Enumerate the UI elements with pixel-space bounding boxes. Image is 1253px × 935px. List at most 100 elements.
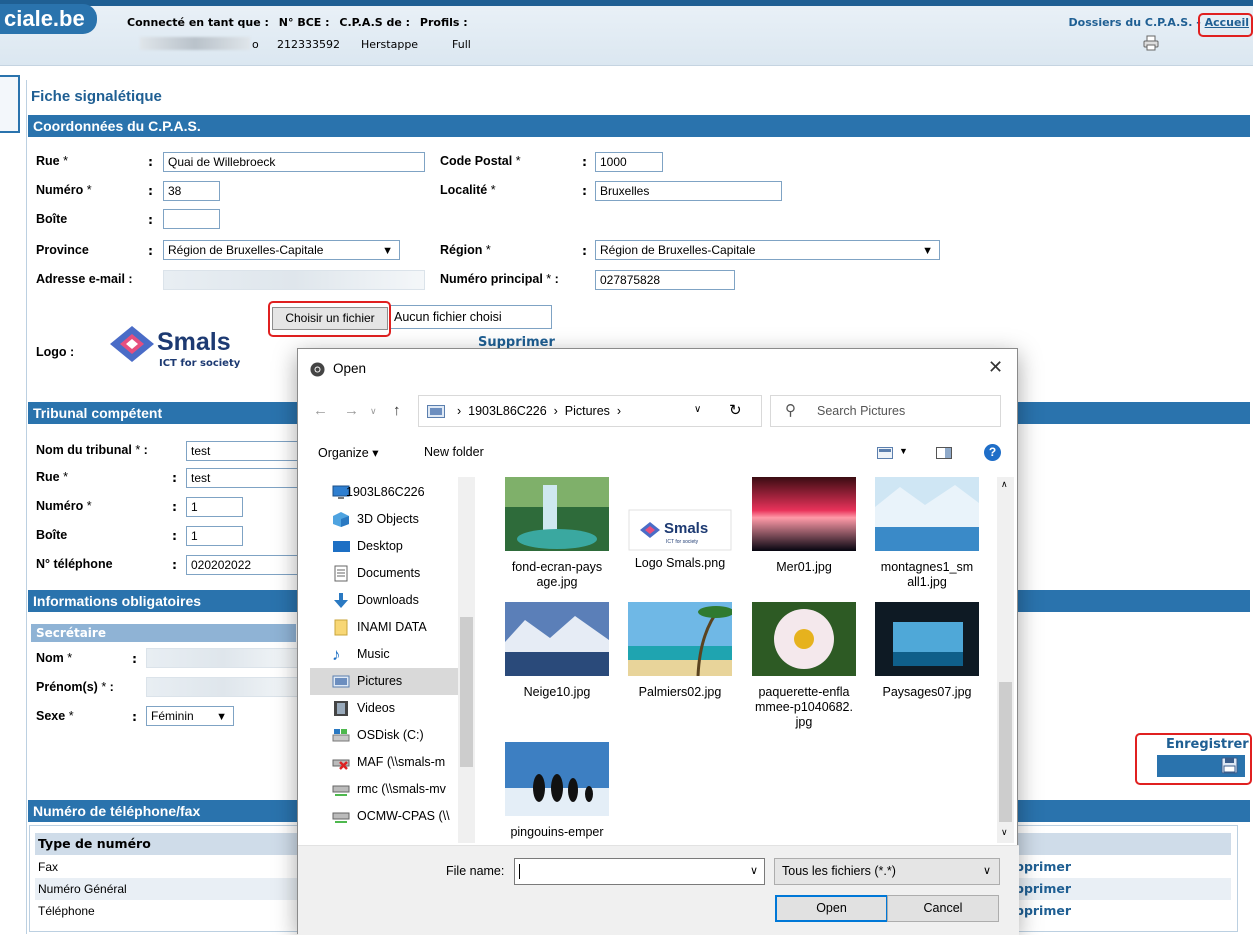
nav-pane-scrollbar[interactable]	[458, 477, 475, 843]
file-name-label: File name:	[446, 864, 505, 878]
scroll-thumb[interactable]	[999, 682, 1012, 822]
tribunal-rue-label: Rue *	[36, 470, 68, 484]
tribunal-telephone-input[interactable]: 020202022	[186, 555, 306, 575]
nav-item-inami-data[interactable]: INAMI DATA	[310, 614, 470, 641]
file-item[interactable]: Palmiers02.jpg	[621, 602, 739, 700]
province-select[interactable]: Région de Bruxelles-Capitale ▼	[163, 240, 400, 260]
file-item[interactable]: montagnes1_sm all1.jpg	[868, 477, 986, 590]
file-type-filter[interactable]: Tous les fichiers (*.*) ∨	[774, 858, 1000, 885]
nav-item-ocmw[interactable]: OCMW-CPAS (\\	[310, 803, 470, 830]
file-name-input[interactable]: ∨	[514, 858, 765, 885]
colon: :	[582, 183, 587, 198]
secretaire-prenom-input[interactable]	[146, 677, 301, 697]
breadcrumb-sep: ›	[457, 404, 462, 418]
brand-logo[interactable]: ciale.be	[0, 4, 97, 34]
numero-input[interactable]: 38	[163, 181, 220, 201]
province-label: Province	[36, 243, 89, 257]
cpas-label: C.P.A.S de :	[339, 16, 411, 29]
text-caret	[519, 864, 520, 879]
image-thumbnail	[505, 602, 609, 676]
file-item[interactable]: pingouins-emper	[498, 742, 616, 840]
nav-item-videos[interactable]: Videos	[310, 695, 470, 722]
address-dropdown-icon[interactable]: ∨	[694, 404, 701, 415]
file-item[interactable]: Mer01.jpg	[745, 477, 863, 575]
scroll-down-icon[interactable]: ∨	[1001, 827, 1008, 838]
image-thumbnail	[875, 477, 979, 551]
sexe-select[interactable]: Féminin ▼	[146, 706, 234, 726]
file-item[interactable]: Neige10.jpg	[498, 602, 616, 700]
help-icon[interactable]: ?	[984, 444, 1001, 461]
secretaire-nom-input[interactable]	[146, 648, 301, 668]
secretaire-prenom-label: Prénom(s) * :	[36, 680, 114, 694]
section-coordonnees: Coordonnées du C.P.A.S.	[28, 115, 1250, 137]
forward-arrow-icon[interactable]: →	[344, 402, 359, 419]
sexe-selected: Féminin	[151, 709, 194, 723]
file-item[interactable]: Smals ICT for society Logo Smals.png	[621, 477, 739, 571]
nav-item-computer[interactable]: 1903L86C226	[310, 479, 470, 506]
nav-item-desktop[interactable]: Desktop	[310, 533, 470, 560]
nav-item-3d-objects[interactable]: 3D Objects	[310, 506, 470, 533]
nav-item-osdisk[interactable]: OSDisk (C:)	[310, 722, 470, 749]
chevron-down-icon: ∨	[982, 865, 991, 877]
nav-item-documents[interactable]: Documents	[310, 560, 470, 587]
rue-input[interactable]: Quai de Willebroeck	[163, 152, 425, 172]
view-dropdown-icon[interactable]: ▼	[899, 446, 908, 456]
scroll-up-icon[interactable]: ∧	[1001, 479, 1008, 490]
email-label: Adresse e-mail :	[36, 272, 133, 286]
tribunal-numero-input[interactable]: 1	[186, 497, 243, 517]
breadcrumb-computer[interactable]: 1903L86C226	[468, 404, 547, 418]
nav-item-rmc[interactable]: rmc (\\smals-mv	[310, 776, 470, 803]
print-icon[interactable]	[1143, 35, 1159, 51]
open-button[interactable]: Open	[775, 895, 888, 922]
email-input[interactable]	[163, 270, 425, 290]
recent-chevron-icon[interactable]: ∨	[370, 406, 377, 417]
file-item[interactable]: paquerette-enfla mmee-p1040682. jpg	[745, 602, 863, 730]
colon: :	[148, 183, 153, 198]
nav-item-pictures[interactable]: Pictures	[310, 668, 470, 695]
preview-pane-icon[interactable]	[936, 447, 952, 459]
breadcrumb: › 1903L86C226 › Pictures ›	[457, 404, 621, 418]
file-item[interactable]: Paysages07.jpg	[868, 602, 986, 700]
region-select[interactable]: Région de Bruxelles-Capitale ▼	[595, 240, 940, 260]
network-drive-icon	[332, 785, 350, 796]
search-box[interactable]: ⚲ Search Pictures	[770, 395, 1001, 427]
highlight-save	[1135, 733, 1252, 785]
tribunal-nom-input[interactable]: test	[186, 441, 306, 461]
up-arrow-icon[interactable]: ↑	[393, 402, 401, 419]
boite-input[interactable]	[163, 209, 220, 229]
cancel-button[interactable]: Cancel	[887, 895, 999, 922]
left-nav-collapsed[interactable]	[0, 75, 20, 133]
organize-menu[interactable]: Organize ▾	[318, 445, 378, 460]
row-delete-link[interactable]: pprimer	[1015, 859, 1071, 874]
username-suffix: o	[252, 38, 259, 51]
tribunal-boite-input[interactable]: 1	[186, 526, 243, 546]
highlight-accueil	[1198, 13, 1253, 37]
nav-item-downloads[interactable]: Downloads	[310, 587, 470, 614]
back-arrow-icon[interactable]: ←	[313, 402, 328, 419]
new-folder-button[interactable]: New folder	[424, 445, 484, 459]
row-delete-link[interactable]: pprimer	[1015, 903, 1071, 918]
dossiers-link[interactable]: Dossiers du C.P.A.S.	[1069, 16, 1193, 29]
scroll-thumb[interactable]	[460, 617, 473, 767]
localite-input[interactable]: Bruxelles	[595, 181, 782, 201]
pictures-icon	[332, 675, 350, 688]
file-list-scrollbar[interactable]: ∧ ∨	[997, 477, 1014, 843]
file-item[interactable]: fond-ecran-pays age.jpg	[498, 477, 616, 590]
row-type: Téléphone	[38, 904, 95, 918]
region-selected: Région de Bruxelles-Capitale	[600, 243, 756, 257]
chevron-down-icon[interactable]: ∨	[750, 864, 758, 877]
breadcrumb-pictures[interactable]: Pictures	[565, 404, 610, 418]
nav-item-maf[interactable]: MAF (\\smals-m	[310, 749, 470, 776]
code-postal-label: Code Postal *	[440, 154, 521, 168]
tribunal-rue-input[interactable]: test	[186, 468, 306, 488]
view-options-icon[interactable]	[877, 447, 893, 459]
refresh-icon[interactable]: ↻	[729, 401, 742, 419]
tribunal-nom-label: Nom du tribunal * :	[36, 443, 148, 457]
logo-label: Logo :	[36, 345, 75, 359]
row-delete-link[interactable]: pprimer	[1015, 881, 1071, 896]
close-icon[interactable]: ✕	[988, 357, 1003, 378]
nav-item-music[interactable]: ♪ Music	[310, 641, 470, 668]
address-bar[interactable]: › 1903L86C226 › Pictures › ∨ ↻	[418, 395, 762, 427]
numero-principal-input[interactable]: 027875828	[595, 270, 735, 290]
code-postal-input[interactable]: 1000	[595, 152, 663, 172]
